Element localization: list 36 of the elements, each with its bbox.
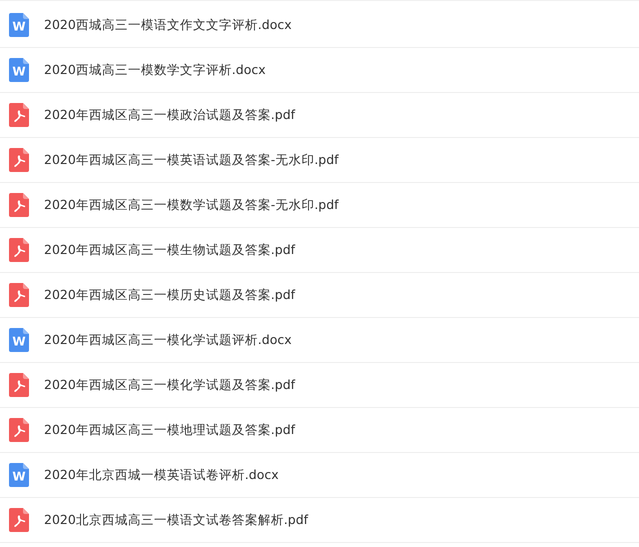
pdf-file-icon — [9, 193, 29, 217]
file-name: 2020西城高三一模数学文字评析.docx — [44, 62, 266, 78]
file-name: 2020年西城区高三一模生物试题及答案.pdf — [44, 242, 296, 258]
word-file-icon: W — [9, 463, 29, 487]
pdf-file-icon — [9, 418, 29, 442]
file-row[interactable]: 2020年西城区高三一模数学试题及答案-无水印.pdf — [0, 183, 639, 228]
file-name: 2020年西城区高三一模地理试题及答案.pdf — [44, 422, 296, 438]
word-file-icon: W — [9, 58, 29, 82]
pdf-file-icon — [9, 373, 29, 397]
file-row[interactable]: W 2020年北京西城一模英语试卷评析.docx — [0, 453, 639, 498]
file-row[interactable]: 2020年西城区高三一模生物试题及答案.pdf — [0, 228, 639, 273]
file-row[interactable]: W 2020年西城区高三一模化学试题评析.docx — [0, 318, 639, 363]
file-name: 2020年西城区高三一模政治试题及答案.pdf — [44, 106, 296, 124]
file-row[interactable]: 2020北京西城高三一模语文试卷答案解析.pdf — [0, 498, 639, 543]
file-name: 2020年西城区高三一模英语试题及答案-无水印.pdf — [44, 152, 339, 168]
file-row[interactable]: W 2020西城高三一模数学文字评析.docx — [0, 48, 639, 93]
pdf-file-icon — [9, 148, 29, 172]
file-name: 2020年西城区高三一模数学试题及答案-无水印.pdf — [44, 196, 339, 214]
file-name: 2020西城高三一模语文作文文字评析.docx — [44, 16, 292, 34]
file-row[interactable]: 2020年西城区高三一模地理试题及答案.pdf — [0, 408, 639, 453]
pdf-file-icon — [9, 283, 29, 307]
file-name: 2020年西城区高三一模化学试题评析.docx — [44, 332, 292, 348]
pdf-file-icon — [9, 508, 29, 532]
pdf-file-icon — [9, 103, 29, 127]
file-row[interactable]: 2020年西城区高三一模政治试题及答案.pdf — [0, 93, 639, 138]
file-row[interactable]: 2020年西城区高三一模英语试题及答案-无水印.pdf — [0, 138, 639, 183]
word-file-icon: W — [9, 13, 29, 37]
file-name: 2020年西城区高三一模化学试题及答案.pdf — [44, 376, 296, 394]
pdf-file-icon — [9, 238, 29, 262]
word-file-icon: W — [9, 328, 29, 352]
file-name: 2020北京西城高三一模语文试卷答案解析.pdf — [44, 512, 308, 528]
file-row[interactable]: W 2020西城高三一模语文作文文字评析.docx — [0, 3, 639, 48]
file-row[interactable]: 2020年西城区高三一模历史试题及答案.pdf — [0, 273, 639, 318]
file-name: 2020年北京西城一模英语试卷评析.docx — [44, 466, 279, 484]
file-row[interactable]: 2020年西城区高三一模化学试题及答案.pdf — [0, 363, 639, 408]
file-name: 2020年西城区高三一模历史试题及答案.pdf — [44, 286, 296, 304]
